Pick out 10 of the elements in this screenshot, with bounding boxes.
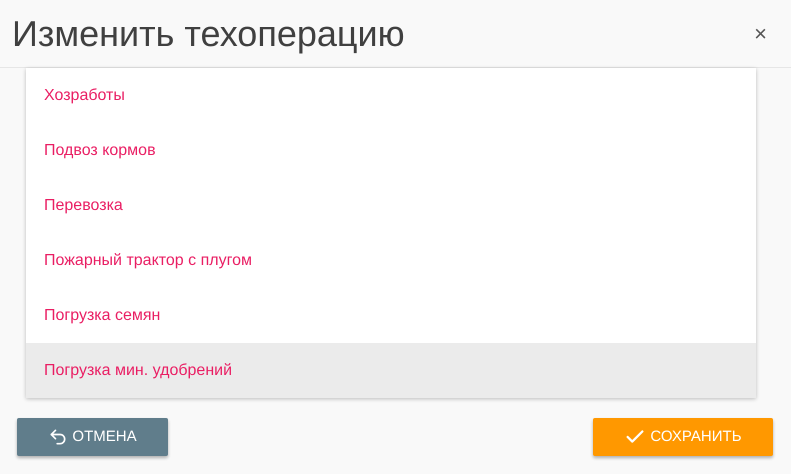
close-button[interactable]: × [754, 22, 767, 44]
list-item[interactable]: Погрузка семян [26, 288, 756, 343]
undo-icon [48, 427, 68, 447]
list-item[interactable]: Перевозка [26, 178, 756, 233]
cancel-button[interactable]: ОТМЕНА [17, 418, 168, 456]
list-item[interactable]: Подвоз кормов [26, 123, 756, 178]
list-item[interactable]: Пожарный трактор с плугом [26, 233, 756, 288]
dialog-title: Изменить техоперацию [12, 16, 405, 52]
list-item[interactable]: Погрузка мин. удобрений [26, 343, 756, 398]
list-item[interactable]: Хозработы [26, 68, 756, 123]
